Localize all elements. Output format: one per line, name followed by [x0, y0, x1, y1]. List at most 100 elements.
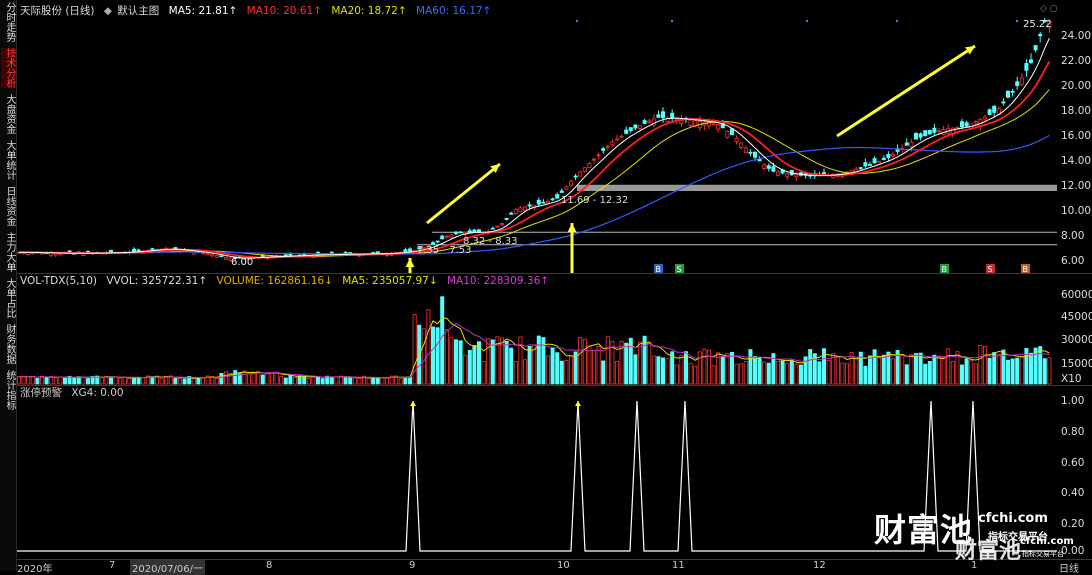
sidebar-tab-big-order-ratio[interactable]: 大单占比 — [1, 278, 15, 318]
candle-body — [573, 175, 578, 178]
volume-bar — [315, 376, 320, 385]
candle-body — [1015, 81, 1020, 87]
candle-body — [449, 234, 454, 238]
main-chart-header: 天际股份 (日线) ◆ 默认主图 MA5: 21.81↑ MA10: 20.61… — [20, 4, 497, 18]
sidebar-tab-technical[interactable]: 技术分析 — [1, 48, 15, 88]
volume-bar — [430, 326, 435, 385]
date-tick-4: 9 — [409, 560, 416, 571]
candle-body — [472, 229, 477, 233]
volume-bar — [398, 378, 403, 385]
date-tick-9: 日线 — [1059, 564, 1079, 575]
volume-bar — [113, 376, 118, 385]
window-controls[interactable]: ◇ ○ — [1040, 4, 1058, 14]
volume-bar — [766, 362, 771, 385]
price-tick-6: 12.00 — [1061, 180, 1092, 192]
volume-bar — [932, 354, 937, 385]
ind-tick-3: 0.40 — [1061, 487, 1085, 499]
volume-bar — [863, 365, 868, 385]
sidebar-tab-main-big-order[interactable]: 主力大单 — [1, 232, 15, 272]
volume-bar — [127, 377, 132, 385]
candle-body — [927, 129, 932, 135]
candle-body — [743, 147, 748, 154]
volume-bar — [702, 348, 707, 385]
top-dot-2 — [805, 19, 809, 23]
volume-bar — [904, 364, 909, 385]
volume-bar — [403, 377, 408, 385]
volume-bar — [306, 378, 311, 385]
sidebar-tab-daily-funds[interactable]: 日线资金 — [1, 186, 15, 226]
volume-bar — [605, 336, 610, 385]
volume-bar — [141, 377, 146, 385]
candle-body — [1019, 77, 1024, 85]
breakout-arrow-head — [567, 223, 577, 233]
volume-bar — [136, 377, 141, 385]
candle-body — [550, 198, 555, 201]
candle-body — [440, 235, 445, 240]
vol-tick-0: 60000 — [1061, 289, 1092, 301]
vol-tick-4: X10 — [1061, 373, 1082, 385]
volume-bar — [693, 365, 698, 385]
volume-bar — [513, 360, 518, 385]
volume-bar — [30, 376, 35, 385]
volume-chart[interactable] — [17, 288, 1057, 385]
volume-bar — [86, 378, 91, 385]
volume-bar — [969, 360, 974, 385]
candle-body — [661, 111, 666, 119]
volume-bar — [177, 378, 182, 385]
sidebar-tab-big-order-stats[interactable]: 大单统计 — [1, 140, 15, 180]
price-tick-8: 8.00 — [1061, 230, 1085, 242]
volume-bar — [762, 361, 767, 385]
candle-body — [559, 190, 564, 193]
uptrend-arrow-2-shaft — [836, 44, 976, 138]
volume-bar — [440, 296, 445, 385]
candle-body — [960, 121, 965, 128]
price-tick-0: 24.00 — [1061, 30, 1092, 42]
volume-bar — [1010, 358, 1015, 385]
signal-arrow-price-head — [405, 258, 415, 268]
volume-bar — [679, 355, 684, 385]
watermark-brand-2: 财富池 — [955, 539, 1022, 564]
sidebar-tab-stat-indicator[interactable]: 统计指标 — [1, 370, 15, 410]
volume-bar — [918, 352, 923, 385]
candle-body — [734, 137, 739, 142]
vol-tick-1: 45000 — [1061, 311, 1092, 323]
trade-badge-label-2: B — [942, 265, 948, 273]
volume-axis: 60000 45000 30000 15000 X10 — [1058, 288, 1092, 385]
candle-body — [739, 142, 744, 148]
top-dot-4 — [1015, 19, 1019, 23]
vol-tick-3: 15000 — [1061, 358, 1092, 370]
volume-bar — [638, 341, 643, 385]
sidebar-tab-financial[interactable]: 财务数据 — [1, 324, 15, 364]
volume-bar — [592, 349, 597, 385]
level-label-2: 8.32 - 8.33 — [463, 236, 518, 247]
candle-body — [964, 122, 969, 127]
volume-bar — [329, 376, 334, 385]
vol-indicator-name[interactable]: VOL-TDX(5,10) — [20, 275, 97, 287]
price-chart[interactable]: 25.226.007.35 - 7.538.32 - 8.3311.69 - 1… — [17, 18, 1057, 273]
sidebar-tab-market-funds[interactable]: 大盘资金 — [1, 94, 15, 134]
sidebar-tab-timeshare[interactable]: 分时走势 — [1, 2, 15, 42]
candle-body — [881, 157, 886, 161]
candle-body — [444, 235, 449, 238]
candle-body — [776, 171, 781, 176]
watermark-tagline-2: 指标交易平台 — [1022, 550, 1064, 558]
volume-bar — [647, 341, 652, 385]
candle-body — [1033, 45, 1038, 51]
volume-bar — [522, 359, 527, 385]
candle-body — [619, 135, 624, 138]
candle-body — [937, 130, 942, 133]
volume-bar — [937, 355, 942, 385]
template-selector[interactable]: 默认主图 — [117, 5, 159, 17]
volume-bar — [53, 377, 58, 385]
candle-body — [771, 166, 776, 172]
stock-title[interactable]: 天际股份 (日线) — [20, 5, 95, 17]
volume-bar — [872, 349, 877, 385]
volume-bar — [99, 377, 104, 385]
volume-bar — [559, 360, 564, 385]
volume-bar — [923, 363, 928, 385]
indicator-name[interactable]: 涨停预警 — [20, 387, 62, 399]
volume-bar — [587, 345, 592, 385]
volume-bar — [707, 349, 712, 385]
volume-bar — [21, 376, 26, 385]
volume-bar — [265, 373, 270, 385]
